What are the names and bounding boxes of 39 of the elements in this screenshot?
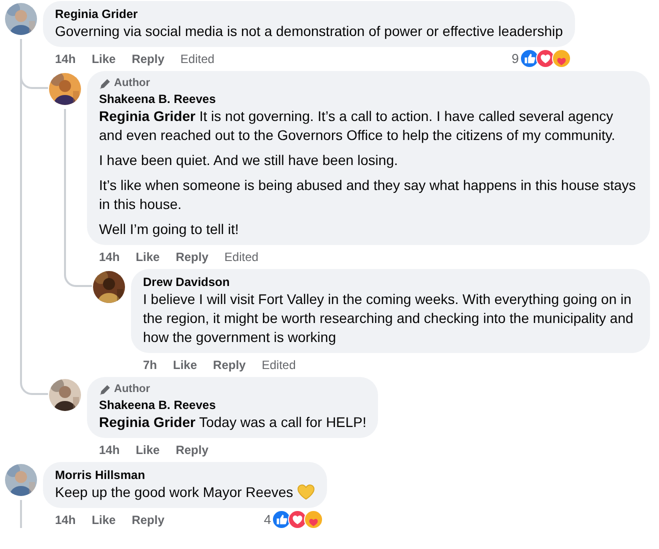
pencil-icon [99, 78, 111, 90]
comment-time[interactable]: 14h [55, 52, 76, 66]
comment-text: I have been quiet. And we still have been losing. [99, 151, 399, 170]
like-link[interactable]: Like [136, 442, 160, 456]
reply-link[interactable]: Reply [176, 442, 208, 456]
commenter-name[interactable]: Drew Davidson [143, 275, 638, 290]
comment-time[interactable]: 14h [55, 512, 76, 526]
comment-text: It’s like when someone is being abused and they say what happens in this house stays in this house. [99, 176, 637, 214]
commenter-name[interactable]: Reginia Grider [55, 7, 563, 22]
thread-connector [20, 373, 48, 395]
reply-link[interactable]: Reply [132, 512, 164, 526]
reply-link[interactable]: Reply [213, 358, 246, 372]
comment-text: Well I’m going to tell it! [99, 220, 240, 239]
comment-time[interactable]: 14h [99, 250, 120, 264]
reply-link[interactable]: Reply [176, 250, 208, 264]
edited-label: Edited [224, 250, 258, 264]
like-link[interactable]: Like [136, 250, 160, 264]
comment-text: Keep up the good work Mayor Reeves [55, 483, 316, 502]
commenter-name[interactable]: Shakeena B. Reeves [99, 92, 638, 107]
edited-label: Edited [180, 52, 214, 66]
pencil-icon [99, 384, 111, 396]
comment-time[interactable]: 14h [99, 442, 120, 456]
commenter-name[interactable]: Morris Hillsman [55, 468, 316, 483]
thread-connector [64, 265, 92, 287]
edited-label: Edited [262, 358, 296, 372]
reply-link[interactable]: Reply [132, 52, 164, 66]
comment-text: Governing via social media is not a demonstration of power or effective leadership [55, 22, 563, 41]
comment-text: Reginia Grider It is not governing. It’s a call to action. I have called several agency and even reached out to the Governors Office to help the citizens of my community. [99, 107, 616, 145]
comment-time[interactable]: 7h [143, 358, 158, 372]
author-label: Author [114, 77, 150, 90]
like-link[interactable]: Like [92, 512, 116, 526]
reaction-count[interactable]: 4 [264, 512, 272, 527]
comment-text: Reginia Grider Today was a call for HELP! [99, 413, 366, 432]
comment-text: I believe I will visit Fort Valley in the coming weeks. With everything going on in the region, it might be worth researching and checking into the municipality and how the government is working [143, 290, 634, 347]
like-link[interactable]: Like [92, 52, 116, 66]
reaction-count[interactable]: 9 [512, 51, 519, 66]
commenter-name[interactable]: Shakeena B. Reeves [99, 398, 366, 413]
author-label: Author [114, 383, 150, 396]
like-link[interactable]: Like [173, 358, 198, 372]
